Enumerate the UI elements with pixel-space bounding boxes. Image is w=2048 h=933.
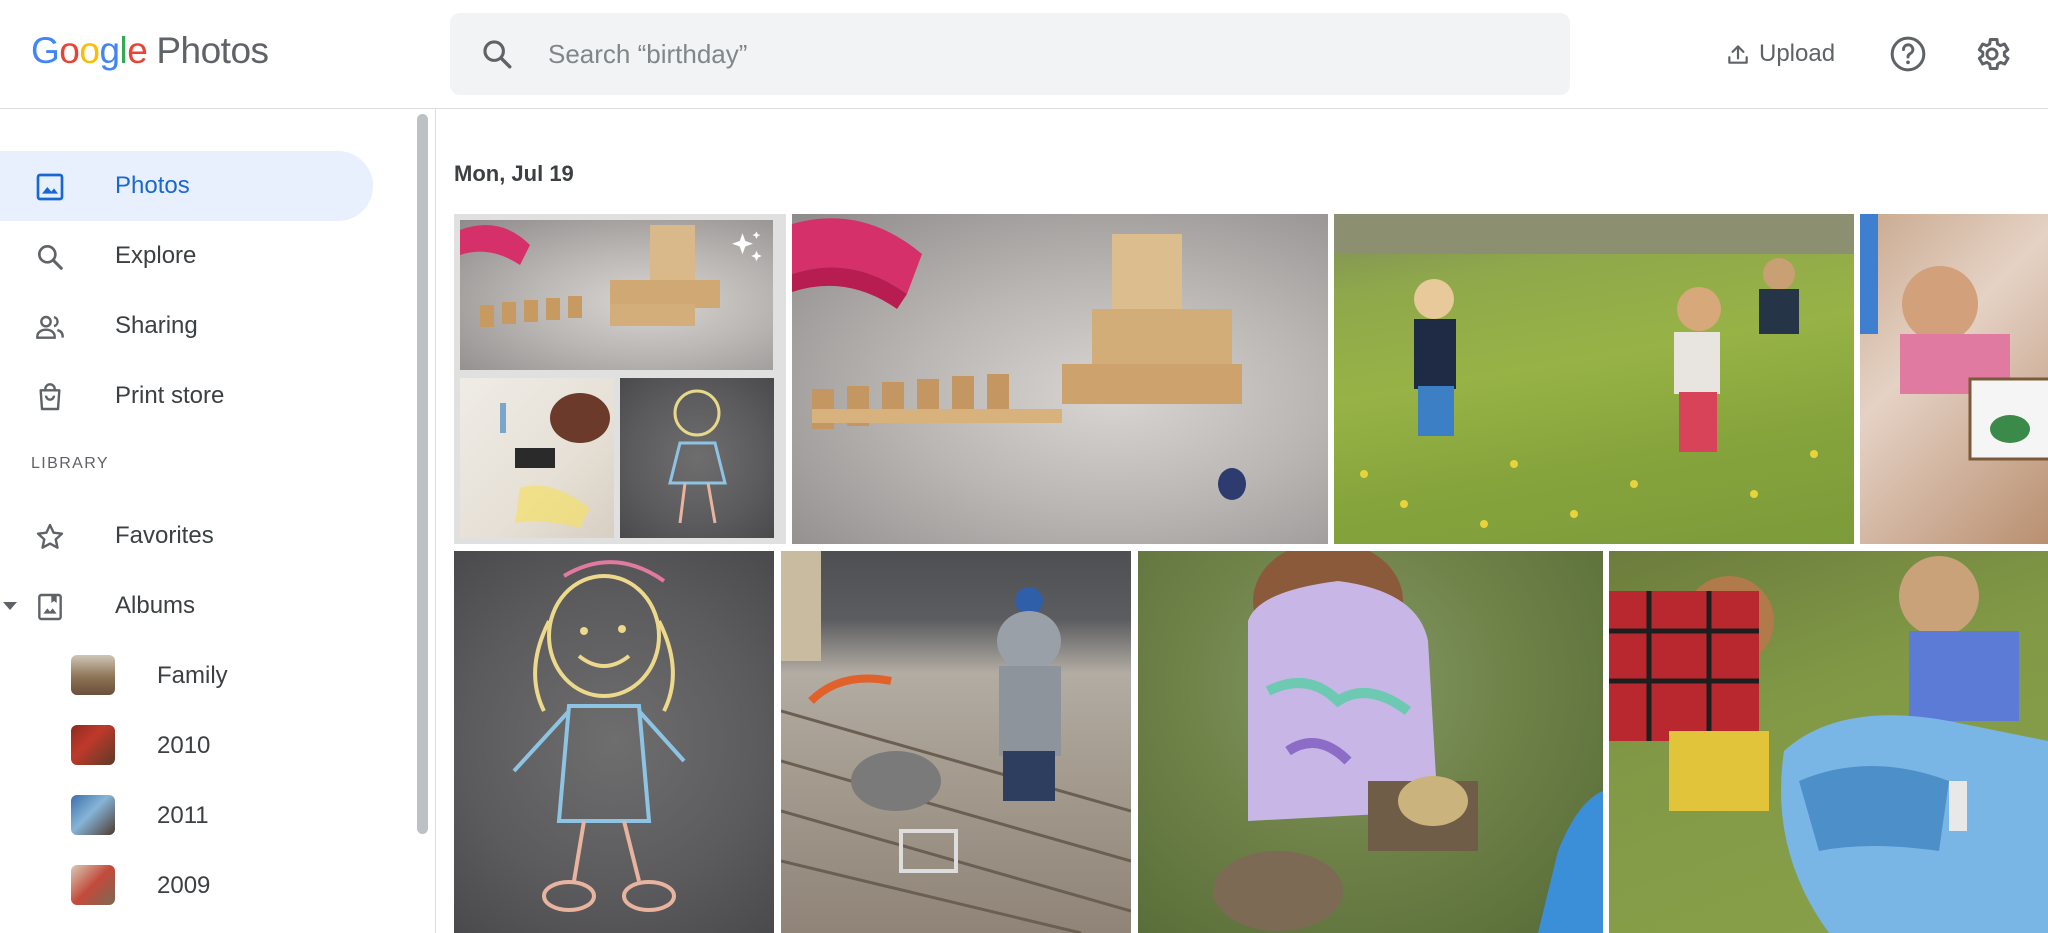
photo-tile-toddler-floor[interactable] xyxy=(1860,214,2048,544)
photo-tile-chalk-drawing[interactable] xyxy=(454,551,774,933)
album-item-family[interactable]: Family xyxy=(0,645,373,705)
album-label: 2010 xyxy=(157,732,211,759)
sidebar-item-label: Photos xyxy=(115,172,190,199)
google-photos-logo[interactable]: Google Photos xyxy=(31,30,269,72)
top-bar: GooglePhotos Upload xyxy=(0,0,2048,109)
search-input[interactable] xyxy=(546,31,1530,77)
search-icon xyxy=(37,245,63,270)
collage-part-blocks xyxy=(460,220,773,370)
album-thumbnail xyxy=(71,795,115,835)
photo-tile-water-table[interactable] xyxy=(1609,551,2048,933)
crafts-illustration xyxy=(500,393,610,528)
album-item-2009[interactable]: 2009 xyxy=(0,855,373,915)
photo-tile-wooden-blocks[interactable] xyxy=(792,214,1328,544)
photo-tile-collage[interactable] xyxy=(454,214,786,544)
upload-icon xyxy=(1728,45,1748,64)
chalk-drawing-illustration xyxy=(512,560,686,912)
sidebar-item-label: Sharing xyxy=(115,312,198,339)
sidebar-item-photos[interactable]: Photos xyxy=(0,151,373,221)
sidebar: Photos Explore Sharing Print store LIBRA… xyxy=(0,109,410,933)
help-circle-icon[interactable] xyxy=(1888,34,1928,74)
sidebar-item-sharing[interactable]: Sharing xyxy=(0,291,373,361)
date-heading: Mon, Jul 19 xyxy=(454,161,574,186)
photo-grid: Mon, Jul 19 xyxy=(436,109,2048,933)
sidebar-item-albums[interactable]: Albums xyxy=(0,571,373,641)
collage-part-crafts xyxy=(460,378,614,538)
chalk-illustration xyxy=(668,389,727,524)
photo-tile-toddler-deck[interactable] xyxy=(781,551,1131,933)
album-label: 2011 xyxy=(157,802,209,829)
album-icon xyxy=(38,593,62,621)
album-item-2011[interactable]: 2011 xyxy=(0,785,373,845)
album-label: Family xyxy=(157,662,228,689)
star-icon xyxy=(36,523,64,549)
album-thumbnail xyxy=(71,865,115,905)
gear-icon[interactable] xyxy=(1972,34,2012,74)
album-label: 2009 xyxy=(157,872,211,899)
toddlers-grass-illustration xyxy=(1334,214,1854,528)
sidebar-item-label: Explore xyxy=(115,242,197,269)
scrollbar-thumb[interactable] xyxy=(417,114,428,834)
toddler-deck-illustration xyxy=(781,551,1131,933)
upload-label: Upload xyxy=(1759,40,1836,67)
sidebar-item-label: Albums xyxy=(115,592,196,619)
search-icon[interactable] xyxy=(480,37,514,71)
photo-tile-toddlers-grass[interactable] xyxy=(1334,214,1854,544)
sidebar-item-favorites[interactable]: Favorites xyxy=(0,501,373,571)
sparkle-icon xyxy=(732,231,762,262)
shopping-bag-icon xyxy=(39,383,61,411)
album-item-2010[interactable]: 2010 xyxy=(0,715,373,775)
photo-icon xyxy=(36,173,64,201)
people-icon xyxy=(36,315,64,339)
sidebar-scrollbar[interactable] xyxy=(410,109,436,933)
album-thumbnail xyxy=(71,655,115,695)
toddler-floor-illustration xyxy=(1860,214,2048,461)
collage-part-chalk xyxy=(620,378,774,538)
product-name: Photos xyxy=(156,30,269,71)
wooden-blocks-illustration xyxy=(792,218,1246,500)
library-section-label: LIBRARY xyxy=(31,455,109,472)
sidebar-item-explore[interactable]: Explore xyxy=(0,221,373,291)
sidebar-item-label: Print store xyxy=(115,382,225,409)
sidebar-item-print-store[interactable]: Print store xyxy=(0,361,373,431)
search-bar[interactable] xyxy=(450,13,1570,95)
caret-down-icon[interactable] xyxy=(2,600,18,612)
toddler-mud-illustration xyxy=(1213,551,1603,933)
sidebar-item-label: Favorites xyxy=(115,522,214,549)
upload-button[interactable]: Upload xyxy=(1725,34,1835,74)
photo-tile-toddler-mud[interactable] xyxy=(1138,551,1603,933)
album-thumbnail xyxy=(71,725,115,765)
water-table-illustration xyxy=(1609,556,2048,933)
